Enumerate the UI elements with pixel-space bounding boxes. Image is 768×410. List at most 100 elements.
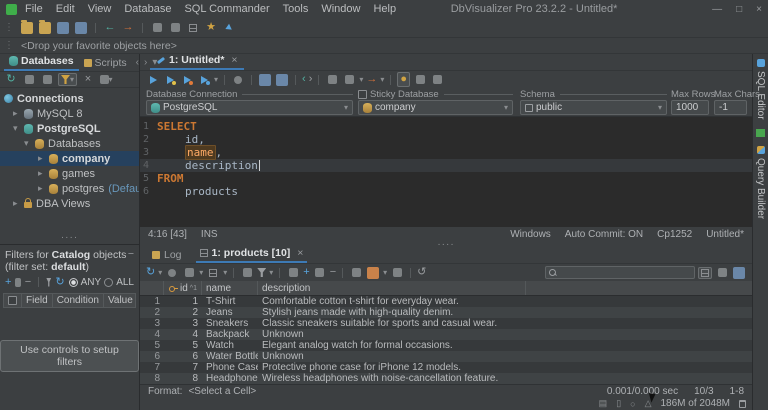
execute-explain-button[interactable] [197,73,211,86]
open-file-button[interactable] [20,21,34,34]
tree-item-company[interactable]: ▸ company [0,151,139,166]
text-mode-button[interactable] [715,266,729,279]
schema-select[interactable]: public ▾ [520,100,667,115]
collapse-filters-button[interactable]: − [128,248,134,260]
tab-databases[interactable]: Databases [4,55,79,71]
comment-button[interactable] [413,73,427,86]
cell-name[interactable]: Watch [202,340,258,351]
save-button[interactable] [56,21,70,34]
cell-description[interactable]: Stylish jeans made with high-quality den… [258,307,526,318]
view-mode-dropdown[interactable]: ▾ [223,268,227,277]
cell-id[interactable]: 8 [164,373,202,384]
tree-item-games[interactable]: ▸ games [0,166,139,181]
save-sql-as-button[interactable] [275,73,289,86]
filter-dropdown[interactable]: ▾ [269,268,273,277]
chevron-down-icon[interactable]: ▾ [24,138,31,149]
cell-name[interactable]: Water Bottle [202,351,258,362]
menu-edit[interactable]: Edit [56,3,75,15]
goto-button[interactable]: → [366,74,377,85]
cell-description[interactable]: Elegant analog watch for formal occasion… [258,340,526,351]
table-row[interactable]: 44BackpackUnknown [140,329,752,340]
tab-query-builder[interactable]: Query Builder [755,146,766,219]
cell-description[interactable]: Unknown [258,351,526,362]
chart-dropdown[interactable]: ▾ [383,268,387,277]
chart-button[interactable] [366,266,380,279]
tree-item-dba-views[interactable]: ▸ DBA Views [0,196,139,211]
cell-id[interactable]: 2 [164,307,202,318]
cell-name[interactable]: Phone Case [202,362,258,373]
memory-indicator[interactable]: 186M of 2048M [661,398,731,409]
stop-button[interactable] [231,73,245,86]
connect-button[interactable]: ← [103,21,117,34]
favorites-bar[interactable]: ⋮ <Drop your favorite objects here> [0,38,768,54]
compare-button[interactable] [390,266,404,279]
radio-any[interactable] [69,278,78,287]
undo-edit-button[interactable]: ↺ [417,267,426,278]
cell-description[interactable]: Classic sneakers suitable for sports and… [258,318,526,329]
tree-item-postgres[interactable]: ▸ postgres (Default) [0,181,139,196]
execute-options-dropdown[interactable]: ▾ [214,75,218,84]
duplicate-row-button[interactable] [313,266,327,279]
remove-row-button[interactable]: − [330,267,336,278]
table-row[interactable]: 88HeadphonesWireless headphones with noi… [140,373,752,384]
tree-item-connections[interactable]: Connections [0,91,139,106]
grid-mode-button[interactable] [698,267,712,279]
folder-options-button[interactable]: ▾ [99,73,113,86]
refresh-filter-button[interactable]: ↻ [55,277,64,288]
encoding[interactable]: Cp1252 [657,229,692,240]
cell-id[interactable]: 6 [164,351,202,362]
reload-button[interactable]: ↻ [146,267,155,278]
delete-rows-button[interactable] [240,266,254,279]
pointer-button[interactable] [222,21,236,34]
cell-id[interactable]: 3 [164,318,202,329]
column-header-name[interactable]: name [202,281,258,295]
history-forward-button[interactable]: › [309,74,313,85]
cell-name[interactable]: Backpack [202,329,258,340]
execute-buffer-button[interactable] [180,73,194,86]
database-select[interactable]: company ▾ [358,100,513,115]
collapse-all-button[interactable]: × [81,73,95,86]
tab-untitled[interactable]: 1: Untitled* × [150,54,244,70]
view-mode-button[interactable] [206,266,220,279]
execute-current-button[interactable] [163,73,177,86]
chevron-right-icon[interactable]: ▸ [13,198,20,209]
table-row[interactable]: 77Phone CaseProtective phone case for iP… [140,362,752,373]
stop-load-button[interactable] [165,266,179,279]
cell-name[interactable]: Sneakers [202,318,258,329]
goto-dropdown[interactable]: ▾ [380,75,384,84]
cell-description[interactable]: Comfortable cotton t-shirt for everyday … [258,296,526,307]
commit-button[interactable] [150,21,164,34]
script-row-button[interactable] [349,266,363,279]
sql-editor[interactable]: 1 SELECT 2 id, 3 name, 4 description 5 [140,117,752,227]
open-recent-button[interactable] [38,21,52,34]
apply-filter-icon[interactable] [46,278,51,287]
remove-filter-button[interactable]: − [25,277,31,288]
add-filter-button[interactable]: + [5,277,11,288]
max-rows-input[interactable]: 1000 [671,100,709,115]
autocommit-status[interactable]: Auto Commit: ON [565,229,643,240]
tree-item-databases[interactable]: ▾ Databases [0,136,139,151]
save-as-button[interactable] [74,21,88,34]
grid-search-input[interactable] [545,266,695,279]
table-row[interactable]: 66Water BottleUnknown [140,351,752,362]
table-row[interactable]: 22JeansStylish jeans made with high-qual… [140,307,752,318]
cell-name[interactable]: T-Shirt [202,296,258,307]
cell-name[interactable]: Jeans [202,307,258,318]
execute-button[interactable] [146,73,160,86]
cell-description[interactable]: Wireless headphones with noise-cancellat… [258,373,526,384]
column-field[interactable]: Field [22,294,53,307]
connection-select[interactable]: PostgreSQL ▾ [146,100,353,115]
favorites-button[interactable]: ★ [204,21,218,34]
filter-rows-button[interactable] [257,268,266,277]
chevron-right-icon[interactable]: ▸ [38,153,45,164]
menu-file[interactable]: File [25,3,43,15]
menu-window[interactable]: Window [321,3,360,15]
save-sql-button[interactable] [258,73,272,86]
radio-all[interactable] [104,278,113,287]
table-data-button[interactable] [186,21,200,34]
filter-checkbox-column[interactable] [4,294,22,307]
garbage-collect-icon[interactable] [739,400,746,408]
chevron-right-icon[interactable]: ▸ [13,108,20,119]
tools-button[interactable] [168,21,182,34]
cell-description[interactable]: Unknown [258,329,526,340]
